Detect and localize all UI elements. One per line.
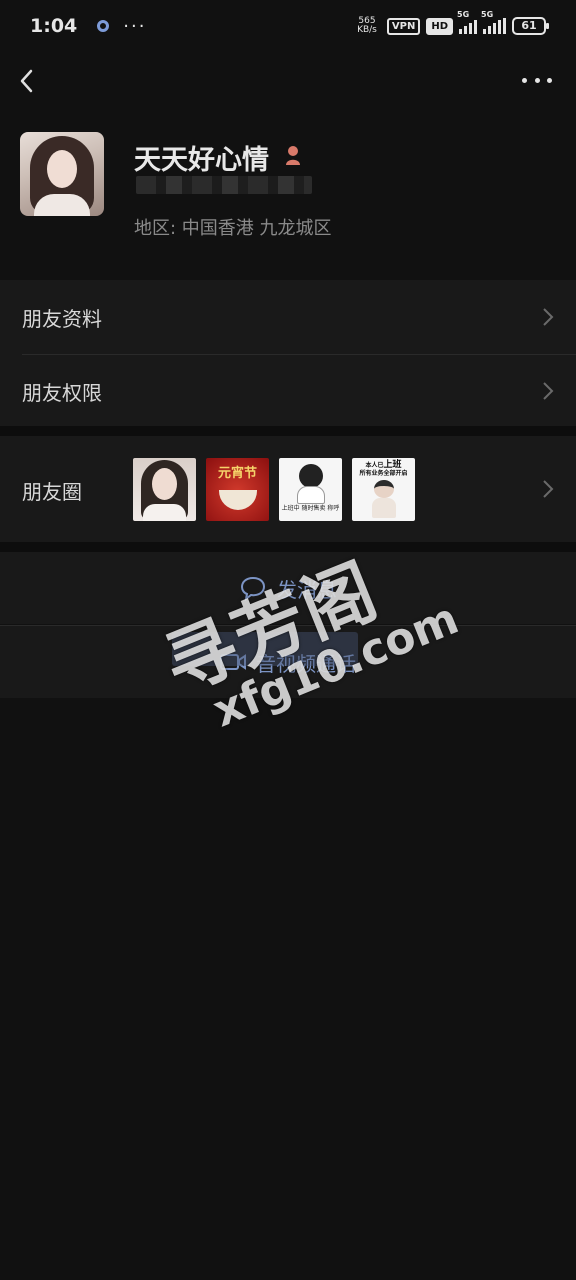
- chevron-right-icon: [543, 308, 554, 326]
- region: 地区: 中国香港 九龙城区: [134, 218, 332, 239]
- network-type-label: 5G: [457, 10, 470, 19]
- female-icon: [286, 146, 300, 165]
- signal-strength-icon-2: 5G: [481, 10, 506, 34]
- section-divider: [0, 426, 576, 436]
- back-button[interactable]: [16, 66, 40, 96]
- friend-permissions-row[interactable]: 朋友权限: [0, 354, 576, 428]
- status-bar: 1:04 ··· 565 KB/s VPN HD 5G 5G 61: [0, 0, 576, 52]
- moments-label: 朋友圈: [22, 480, 82, 504]
- section-divider: [0, 542, 576, 552]
- top-navigation: [0, 56, 576, 106]
- thumbnail-caption: 上班中 随时售卖 称呼: [281, 505, 340, 512]
- moment-thumbnail: 本人已上班 所有业务全部开启: [352, 458, 415, 521]
- status-more-notifications: ···: [123, 15, 147, 37]
- friend-info-label: 朋友资料: [22, 306, 102, 331]
- battery-icon: 61: [512, 17, 549, 35]
- hd-voice-icon: HD: [426, 17, 453, 35]
- chevron-left-icon: [20, 69, 33, 93]
- thumbnail-caption-line2: 所有业务全部开启: [359, 470, 408, 477]
- more-dot-icon: [547, 77, 552, 83]
- vpn-icon: VPN: [386, 17, 421, 35]
- thumbnail-caption-highlight: 上班: [383, 460, 402, 470]
- network-speed: 565 KB/s: [357, 17, 377, 35]
- network-speed-unit: KB/s: [357, 25, 377, 35]
- chevron-right-icon: [543, 480, 554, 498]
- signal-strength-icon: 5G: [457, 10, 477, 34]
- moments-row[interactable]: 朋友圈 元宵节 上班中 随时售卖 称呼 本人已上班 所有业务全部开启: [0, 436, 576, 542]
- friend-permissions-label: 朋友权限: [22, 380, 102, 405]
- redacted-wechat-id: [136, 176, 312, 194]
- network-type-label-2: 5G: [481, 10, 494, 19]
- more-dot-icon: [522, 77, 527, 83]
- status-time: 1:04: [30, 15, 78, 37]
- notification-app-icon: [97, 20, 110, 32]
- chevron-right-icon: [543, 382, 554, 400]
- more-dot-icon: [534, 77, 540, 83]
- redaction-overlay: [172, 632, 358, 666]
- avatar[interactable]: [20, 132, 104, 216]
- moment-thumbnail: 元宵节: [206, 458, 269, 521]
- thumbnail-caption: 本人已上班 所有业务全部开启: [352, 461, 415, 478]
- thumbnail-title: 元宵节: [217, 466, 257, 481]
- status-icons: 565 KB/s VPN HD 5G 5G 61: [357, 10, 549, 35]
- thumbnail-caption-line1: 本人已: [365, 462, 384, 469]
- send-message-button[interactable]: 发消息: [0, 552, 576, 624]
- moment-thumbnail: [133, 458, 196, 521]
- friend-settings-list: 朋友资料 朋友权限: [0, 280, 576, 428]
- nickname: 天天好心情: [134, 145, 269, 176]
- friend-info-row[interactable]: 朋友资料: [0, 280, 576, 354]
- send-message-label: 发消息: [277, 577, 337, 602]
- chat-bubble-icon: [240, 576, 266, 601]
- more-options-button[interactable]: [522, 70, 552, 90]
- profile-header: 天天好心情 地区: 中国香港 九龙城区: [20, 132, 556, 242]
- moment-thumbnail: 上班中 随时售卖 称呼: [279, 458, 342, 521]
- moments-thumbnails: 元宵节 上班中 随时售卖 称呼 本人已上班 所有业务全部开启: [133, 458, 415, 521]
